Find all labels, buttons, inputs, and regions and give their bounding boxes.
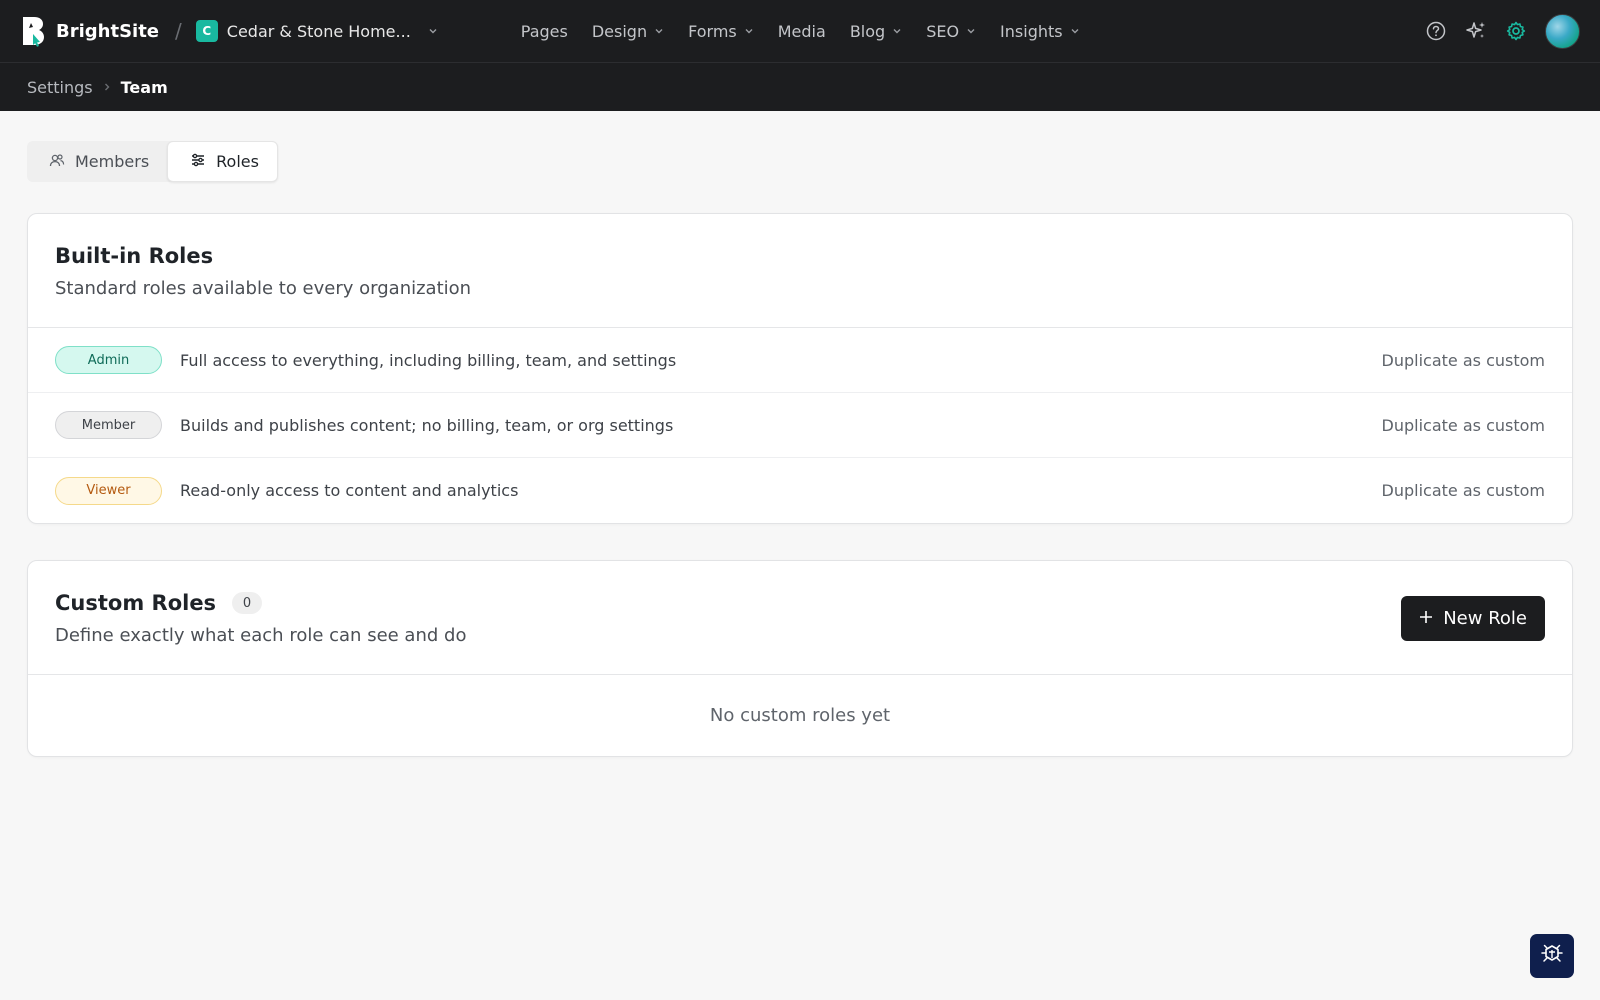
duplicate-as-custom-button[interactable]: Duplicate as custom xyxy=(1382,351,1545,370)
chevron-down-icon xyxy=(654,26,664,36)
breadcrumb-current: Team xyxy=(120,77,168,97)
help-icon[interactable] xyxy=(1425,20,1447,42)
tab-label: Roles xyxy=(216,152,259,171)
user-avatar[interactable] xyxy=(1545,13,1580,49)
new-role-label: New Role xyxy=(1443,608,1527,629)
brand-separator: / xyxy=(175,19,182,43)
nav-item-insights[interactable]: Insights xyxy=(1000,22,1080,41)
role-description: Builds and publishes content; no billing… xyxy=(180,415,674,435)
builtin-roles-title: Built-in Roles xyxy=(55,244,214,268)
sliders-icon xyxy=(190,152,206,172)
users-icon xyxy=(49,152,65,172)
role-badge-viewer: Viewer xyxy=(55,476,162,505)
builtin-roles-subtitle: Standard roles available to every organi… xyxy=(55,278,472,299)
breadcrumb: Settings Team xyxy=(0,63,1600,111)
chevron-down-icon xyxy=(744,26,754,36)
custom-roles-title: Custom Roles xyxy=(55,591,217,615)
role-badge-admin: Admin xyxy=(55,346,162,374)
topbar-actions xyxy=(1425,13,1580,49)
duplicate-as-custom-button[interactable]: Duplicate as custom xyxy=(1382,481,1545,500)
custom-roles-empty-state: No custom roles yet xyxy=(709,705,891,726)
nav-item-forms[interactable]: Forms xyxy=(688,22,754,41)
role-description: Read-only access to content and analytic… xyxy=(180,481,519,500)
breadcrumb-settings[interactable]: Settings xyxy=(27,78,93,97)
role-row-admin: Admin Full access to everything, includi… xyxy=(28,328,1572,393)
nav-item-seo[interactable]: SEO xyxy=(926,22,976,41)
chevron-down-icon xyxy=(428,26,438,36)
nav-item-label: Pages xyxy=(520,21,568,41)
site-name: Cedar & Stone Home... xyxy=(226,21,411,41)
nav-item-label: Design xyxy=(591,21,648,41)
builtin-roles-card: Built-in Roles Standard roles available … xyxy=(27,213,1573,524)
tab-label: Members xyxy=(75,152,150,171)
site-switcher[interactable]: C Cedar & Stone Home... xyxy=(195,20,438,42)
nav-item-pages[interactable]: Pages xyxy=(521,22,568,41)
bug-report-button[interactable] xyxy=(1530,934,1574,978)
role-description: Full access to everything, including bil… xyxy=(180,350,677,370)
team-tabs: Members Roles xyxy=(27,141,278,182)
app-name: BrightSite xyxy=(56,20,160,42)
main-content: Members Roles Built-in Roles Standard ro… xyxy=(0,111,1600,757)
gear-icon[interactable] xyxy=(1505,20,1527,42)
custom-roles-subtitle: Define exactly what each role can see an… xyxy=(55,625,467,646)
role-row-member: Member Builds and publishes content; no … xyxy=(28,393,1572,458)
chevron-down-icon xyxy=(1070,26,1080,36)
sparkles-icon[interactable] xyxy=(1465,20,1487,42)
chevron-down-icon xyxy=(966,26,976,36)
plus-icon xyxy=(1419,608,1433,629)
duplicate-as-custom-button[interactable]: Duplicate as custom xyxy=(1382,416,1545,435)
tab-members[interactable]: Members xyxy=(27,141,167,182)
chevron-down-icon xyxy=(892,26,902,36)
nav-item-label: Blog xyxy=(849,21,886,41)
brand[interactable]: BrightSite xyxy=(20,15,159,47)
chevron-right-icon xyxy=(102,82,112,92)
bug-icon xyxy=(1539,941,1565,971)
tab-roles[interactable]: Roles xyxy=(167,141,278,182)
custom-roles-count: 0 xyxy=(232,592,263,614)
nav-item-design[interactable]: Design xyxy=(592,22,664,41)
nav-item-blog[interactable]: Blog xyxy=(850,22,902,41)
role-row-viewer: Viewer Read-only access to content and a… xyxy=(28,458,1572,523)
nav-item-label: Media xyxy=(777,21,826,41)
custom-roles-card: Custom Roles 0 Define exactly what each … xyxy=(27,560,1573,757)
role-badge-member: Member xyxy=(55,411,162,439)
brightsite-logo-icon xyxy=(23,17,44,47)
main-nav: Pages Design Forms Media Blog SEO Insigh… xyxy=(521,22,1104,41)
nav-item-media[interactable]: Media xyxy=(778,22,826,41)
site-avatar: C xyxy=(195,20,218,42)
top-nav-bar: BrightSite / C Cedar & Stone Home... Pag… xyxy=(0,0,1600,63)
nav-item-label: Insights xyxy=(1000,21,1063,41)
nav-item-label: SEO xyxy=(926,21,960,41)
custom-roles-header: Custom Roles 0 Define exactly what each … xyxy=(28,561,1572,675)
nav-item-label: Forms xyxy=(688,21,737,41)
builtin-roles-header: Built-in Roles Standard roles available … xyxy=(28,214,1572,328)
new-role-button[interactable]: New Role xyxy=(1401,596,1545,641)
